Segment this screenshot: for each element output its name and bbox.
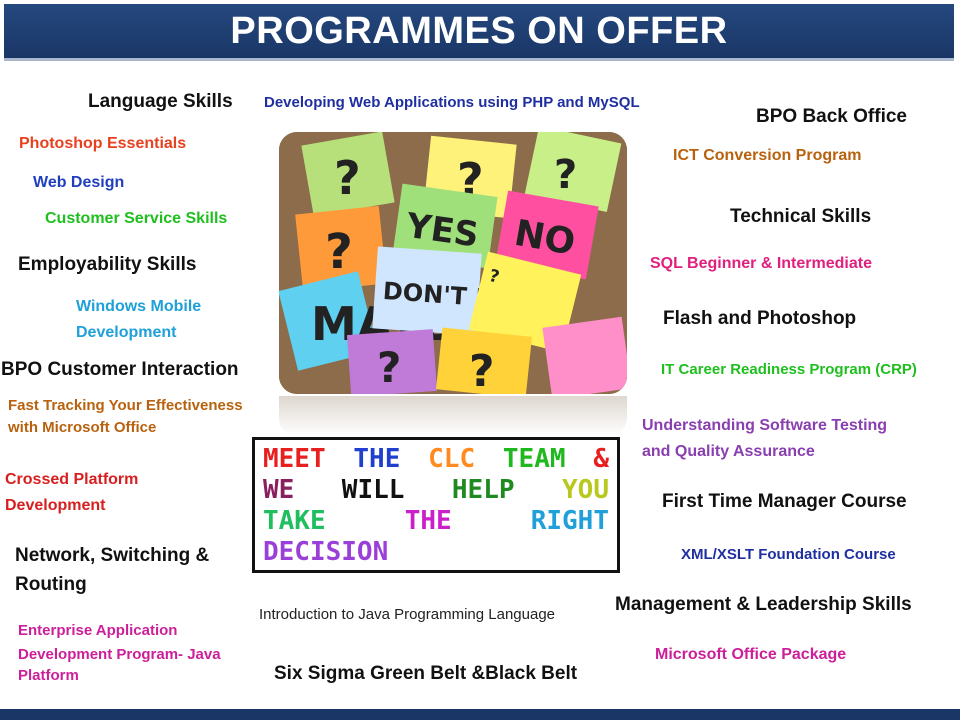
slogan-word: HELP	[451, 475, 515, 505]
svg-text:?: ?	[554, 152, 577, 198]
programme-ict-conversion: ICT Conversion Program	[673, 147, 862, 164]
programme-windows-mobile-line2: Development	[76, 324, 177, 341]
programme-employability: Employability Skills	[18, 254, 197, 275]
title-bar: PROGRAMMES ON OFFER	[4, 4, 954, 61]
programme-software-testing-line1: Understanding Software Testing	[642, 417, 888, 434]
programme-management: Management & Leadership Skills	[615, 594, 912, 615]
programme-fast-tracking-line1: Fast Tracking Your Effectiveness	[8, 397, 243, 414]
slogan-word: TAKE	[263, 506, 326, 536]
slogan-word: CLC	[428, 444, 476, 474]
slogan-line-2: WE WILL HELP YOU	[263, 475, 609, 506]
programme-first-time-manager: First Time Manager Course	[662, 491, 907, 512]
sticky-notes-illustration: ? ? ? ? YES NO MAYBE DON'T KNOW	[279, 132, 627, 394]
slogan-word: WILL	[341, 475, 405, 505]
programme-software-testing-line2: and Quality Assurance	[642, 443, 815, 460]
programme-xml-xslt: XML/XSLT Foundation Course	[681, 546, 896, 563]
svg-text:?: ?	[469, 346, 495, 394]
sticky-notes-photo: ? ? ? ? YES NO MAYBE DON'T KNOW	[279, 132, 627, 394]
slogan-word: MEET	[263, 444, 326, 474]
note-gold-question: ?	[436, 327, 532, 394]
slogan-line-1: MEET THE CLC TEAM &	[263, 444, 609, 475]
programme-sql: SQL Beginner & Intermediate	[650, 255, 872, 272]
photo-reflection	[279, 396, 627, 436]
svg-text:?: ?	[334, 151, 361, 205]
slogan-word: &	[593, 444, 609, 474]
programme-web-php: Developing Web Applications using PHP an…	[264, 94, 640, 111]
programme-enterprise-line1: Enterprise Application	[18, 622, 178, 639]
programme-crossed-platform-line1: Crossed Platform	[5, 471, 139, 488]
programme-flash-photoshop: Flash and Photoshop	[663, 308, 857, 329]
svg-text:?: ?	[377, 343, 401, 392]
programme-windows-mobile-line1: Windows Mobile	[76, 298, 202, 315]
page-title: PROGRAMMES ON OFFER	[230, 9, 728, 52]
programme-bpo-customer: BPO Customer Interaction	[1, 359, 239, 380]
title-banner: PROGRAMMES ON OFFER	[0, 0, 960, 66]
slogan-box: MEET THE CLC TEAM & WE WILL HELP YOU TAK…	[252, 437, 620, 573]
svg-text:?: ?	[325, 224, 353, 280]
slogan-word: RIGHT	[530, 506, 609, 536]
programme-photoshop-essentials: Photoshop Essentials	[19, 135, 187, 152]
programme-it-career: IT Career Readiness Program (CRP)	[661, 361, 917, 378]
programme-technical-skills: Technical Skills	[730, 206, 872, 227]
programme-enterprise-line2: Development Program- Java	[18, 646, 221, 663]
slogan-word: WE	[263, 475, 295, 505]
note-purple-question: ?	[346, 329, 438, 394]
programme-network-line1: Network, Switching &	[15, 545, 210, 566]
footer-bar	[0, 709, 960, 720]
programme-ms-office: Microsoft Office Package	[655, 646, 847, 663]
slogan-word: DECISION	[263, 537, 389, 567]
slogan-word: THE	[404, 506, 452, 536]
slogan-word: TEAM	[502, 444, 566, 474]
note-green-question: ?	[301, 132, 395, 217]
slogan-line-3: TAKE THE RIGHT	[263, 506, 609, 537]
slogan-word: YOU	[562, 475, 609, 505]
programme-web-design: Web Design	[33, 174, 125, 191]
programme-java-intro: Introduction to Java Programming Languag…	[259, 606, 556, 623]
slogan-word: THE	[353, 444, 401, 474]
programme-language-skills: Language Skills	[88, 91, 233, 112]
programme-bpo-back-office: BPO Back Office	[756, 106, 907, 127]
programme-network-line2: Routing	[15, 574, 87, 595]
programme-crossed-platform-line2: Development	[5, 497, 106, 514]
slogan-line-4: DECISION	[263, 537, 609, 568]
programme-six-sigma: Six Sigma Green Belt &Black Belt	[274, 663, 578, 684]
programme-enterprise-line3: Platform	[18, 667, 79, 684]
programme-fast-tracking-line2: with Microsoft Office	[8, 419, 157, 436]
programme-customer-service: Customer Service Skills	[45, 210, 228, 227]
